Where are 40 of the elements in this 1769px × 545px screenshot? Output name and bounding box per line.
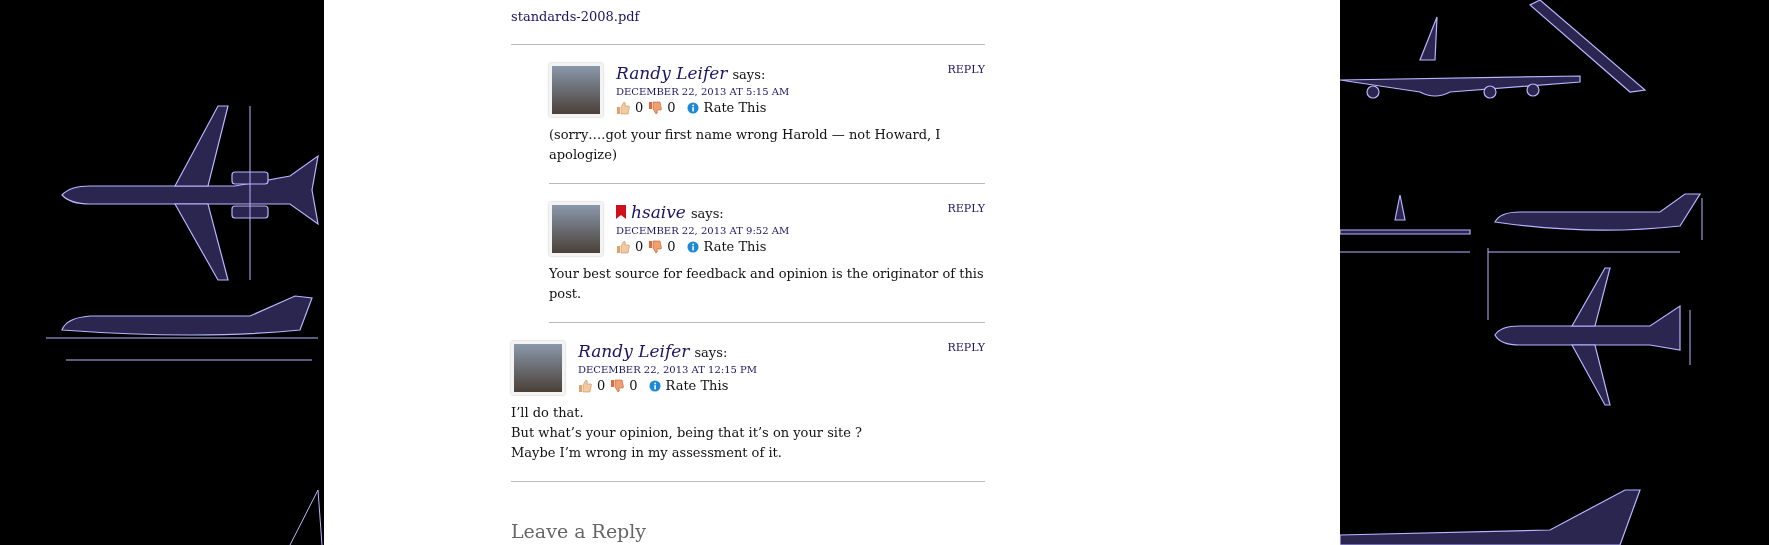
rate-this-link[interactable]: Rate This (703, 239, 767, 254)
dislike-count: 0 (629, 378, 638, 393)
info-icon[interactable] (686, 101, 699, 114)
thumbs-down-icon[interactable] (648, 100, 663, 115)
avatar-photo-placeholder (549, 202, 603, 256)
pdf-link[interactable]: standards-2008.pdf (511, 8, 640, 26)
rate-this-link[interactable]: Rate This (665, 378, 729, 393)
info-icon[interactable] (648, 379, 661, 392)
comment-text: Your best source for feedback and opinion is the originator of this post. (549, 265, 985, 303)
says-label: says: (732, 67, 766, 82)
thumbs-down-icon[interactable] (648, 239, 663, 254)
reply-link[interactable]: REPLY (947, 202, 985, 215)
thumbs-up-icon[interactable] (616, 239, 630, 254)
rate-this-link[interactable]: Rate This (703, 100, 767, 115)
author-link[interactable]: Randy Leifer (578, 341, 690, 361)
says-label: says: (690, 206, 724, 221)
avatar-photo-placeholder (511, 341, 565, 395)
info-icon[interactable] (686, 240, 699, 253)
thumbs-down-icon[interactable] (610, 378, 625, 393)
dislike-count: 0 (667, 100, 676, 115)
comment-date-link[interactable]: DECEMBER 22, 2013 AT 12:15 PM (578, 364, 758, 375)
thumbs-up-icon[interactable] (616, 100, 630, 115)
leave-reply-heading: Leave a Reply (511, 520, 647, 542)
comment-text: I’ll do that. (511, 404, 584, 422)
like-count: 0 (597, 378, 606, 393)
avatar-photo-placeholder (549, 63, 603, 117)
comment-text: (sorry….got your first name wrong Harold — not Howard, I apologize) (549, 126, 942, 164)
thumbs-up-icon[interactable] (578, 378, 592, 393)
author-link[interactable]: hsaive (631, 202, 686, 222)
says-label: says: (694, 345, 728, 360)
comment-date-link[interactable]: DECEMBER 22, 2013 AT 5:15 AM (616, 86, 790, 97)
like-count: 0 (635, 239, 644, 254)
comment-date-link[interactable]: DECEMBER 22, 2013 AT 9:52 AM (616, 225, 790, 236)
author-link[interactable]: Randy Leifer (616, 63, 728, 83)
reply-link[interactable]: REPLY (947, 63, 985, 76)
comment-text: But what’s your opinion, being that it’s on your site ? (511, 424, 862, 442)
reply-link[interactable]: REPLY (947, 341, 985, 354)
comment-text: Maybe I’m wrong in my assessment of it. (511, 444, 782, 462)
dislike-count: 0 (667, 239, 676, 254)
like-count: 0 (635, 100, 644, 115)
